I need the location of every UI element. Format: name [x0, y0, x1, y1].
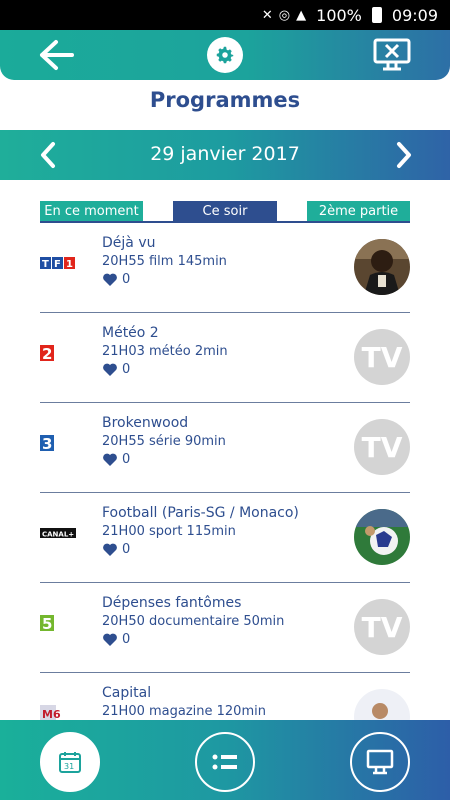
program-meta: 20H55 film 145min [102, 254, 227, 269]
clock: 09:09 [391, 5, 438, 25]
current-date: 29 janvier 2017 [150, 143, 300, 165]
france3-logo: 3 [40, 433, 76, 453]
program-thumbnail [354, 509, 410, 565]
svg-text:CANAL+: CANAL+ [42, 531, 74, 539]
date-bar: 29 janvier 2017 [0, 130, 450, 180]
svg-text:1: 1 [66, 259, 73, 270]
program-meta: 20H55 série 90min [102, 434, 226, 449]
program-info: Météo 2 21H03 météo 2min 0 [102, 325, 228, 377]
bottom-navigation: 31 [0, 720, 450, 800]
program-info: Brokenwood 20H55 série 90min 0 [102, 415, 226, 467]
program-thumbnail-placeholder: TV [354, 419, 410, 475]
monitor-icon [366, 749, 394, 775]
tab-en-ce-moment[interactable]: En ce moment [40, 201, 143, 221]
svg-text:M6: M6 [42, 708, 61, 720]
program-meta: 21H00 sport 115min [102, 524, 236, 539]
heart-icon [103, 453, 117, 466]
program-title: Dépenses fantômes [102, 595, 242, 611]
tv-placeholder-label: TV [361, 610, 403, 644]
program-meta: 21H00 magazine 120min [102, 704, 266, 719]
program-row[interactable]: 5 Dépenses fantômes 20H50 documentaire 5… [40, 583, 410, 673]
program-title: Brokenwood [102, 415, 189, 431]
chevron-right-icon [397, 142, 411, 168]
program-row[interactable]: T F 1 Déjà vu 20H55 film 145min 0 [40, 223, 410, 313]
svg-text:F: F [54, 259, 61, 270]
france5-logo: 5 [40, 613, 76, 633]
tv-close-icon [373, 38, 411, 71]
signal-icon: ▲ [296, 7, 307, 23]
program-likes[interactable]: 0 [102, 362, 228, 377]
nav-list-button[interactable] [195, 732, 255, 792]
like-count: 0 [122, 272, 131, 287]
program-row[interactable]: CANAL+ Football (Paris-SG / Monaco) 21H0… [40, 493, 410, 583]
program-meta: 20H50 documentaire 50min [102, 614, 285, 629]
program-title: Déjà vu [102, 235, 156, 251]
program-row[interactable]: 3 Brokenwood 20H55 série 90min 0 TV [40, 403, 410, 493]
calendar-icon: 31 [59, 752, 81, 773]
like-count: 0 [122, 362, 131, 377]
svg-text:T: T [42, 259, 49, 270]
wifi-icon: ◎ [278, 7, 291, 23]
program-thumbnail-placeholder: TV [354, 599, 410, 655]
program-info: Capital 21H00 magazine 120min 0 [102, 685, 266, 720]
program-title: Météo 2 [102, 325, 159, 341]
tab-2eme-partie[interactable]: 2ème partie [307, 201, 410, 221]
list-icon [212, 754, 237, 770]
like-count: 0 [122, 452, 131, 467]
m6-logo: M6 [40, 703, 76, 720]
next-day-button[interactable] [388, 140, 418, 170]
app-bar [0, 30, 450, 80]
svg-text:5: 5 [42, 615, 52, 633]
program-likes[interactable]: 0 [102, 452, 226, 467]
heart-icon [103, 633, 117, 646]
program-info: Dépenses fantômes 20H50 documentaire 50m… [102, 595, 284, 647]
settings-button[interactable] [207, 37, 243, 73]
program-likes[interactable]: 0 [102, 272, 227, 287]
mute-icon: ✕ [261, 7, 273, 23]
gear-icon [216, 46, 234, 64]
arrow-left-icon [40, 40, 74, 70]
like-count: 0 [122, 632, 131, 647]
tv-placeholder-label: TV [361, 340, 403, 374]
svg-text:2: 2 [42, 345, 52, 363]
svg-text:3: 3 [42, 435, 52, 453]
nav-tv-button[interactable] [350, 732, 410, 792]
battery-percent: 100% [316, 5, 362, 25]
status-icons: ✕ ◎ ▲ [262, 8, 306, 23]
svg-text:31: 31 [64, 762, 74, 771]
status-bar: ✕ ◎ ▲ 100% 09:09 [0, 0, 450, 30]
france2-logo: 2 [40, 343, 76, 363]
program-likes[interactable]: 0 [102, 542, 299, 557]
back-button[interactable] [36, 38, 76, 72]
program-thumbnail [354, 239, 410, 295]
program-list: T F 1 Déjà vu 20H55 film 145min 0 2 Mété… [40, 223, 410, 720]
tf1-logo: T F 1 [40, 253, 76, 273]
close-tv-button[interactable] [372, 37, 412, 73]
program-thumbnail-placeholder: TV [354, 329, 410, 385]
nav-calendar-button[interactable]: 31 [40, 732, 100, 792]
heart-icon [103, 363, 117, 376]
tv-placeholder-label: TV [361, 430, 403, 464]
tab-ce-soir[interactable]: Ce soir [173, 201, 277, 221]
battery-icon [371, 7, 382, 23]
program-title: Capital [102, 685, 152, 701]
program-row[interactable]: M6 Capital 21H00 magazine 120min 0 [40, 673, 410, 720]
program-info: Football (Paris-SG / Monaco) 21H00 sport… [102, 505, 299, 557]
program-thumbnail [354, 689, 410, 720]
heart-icon [103, 273, 117, 286]
time-tabs: En ce moment Ce soir 2ème partie [40, 201, 410, 223]
program-row[interactable]: 2 Météo 2 21H03 météo 2min 0 TV [40, 313, 410, 403]
program-likes[interactable]: 0 [102, 632, 284, 647]
program-title: Football (Paris-SG / Monaco) [102, 505, 299, 521]
program-meta: 21H03 météo 2min [102, 344, 228, 359]
heart-icon [103, 543, 117, 556]
like-count: 0 [122, 542, 131, 557]
canal-plus-logo: CANAL+ [40, 523, 76, 543]
page-title: Programmes [149, 88, 301, 112]
program-info: Déjà vu 20H55 film 145min 0 [102, 235, 227, 287]
